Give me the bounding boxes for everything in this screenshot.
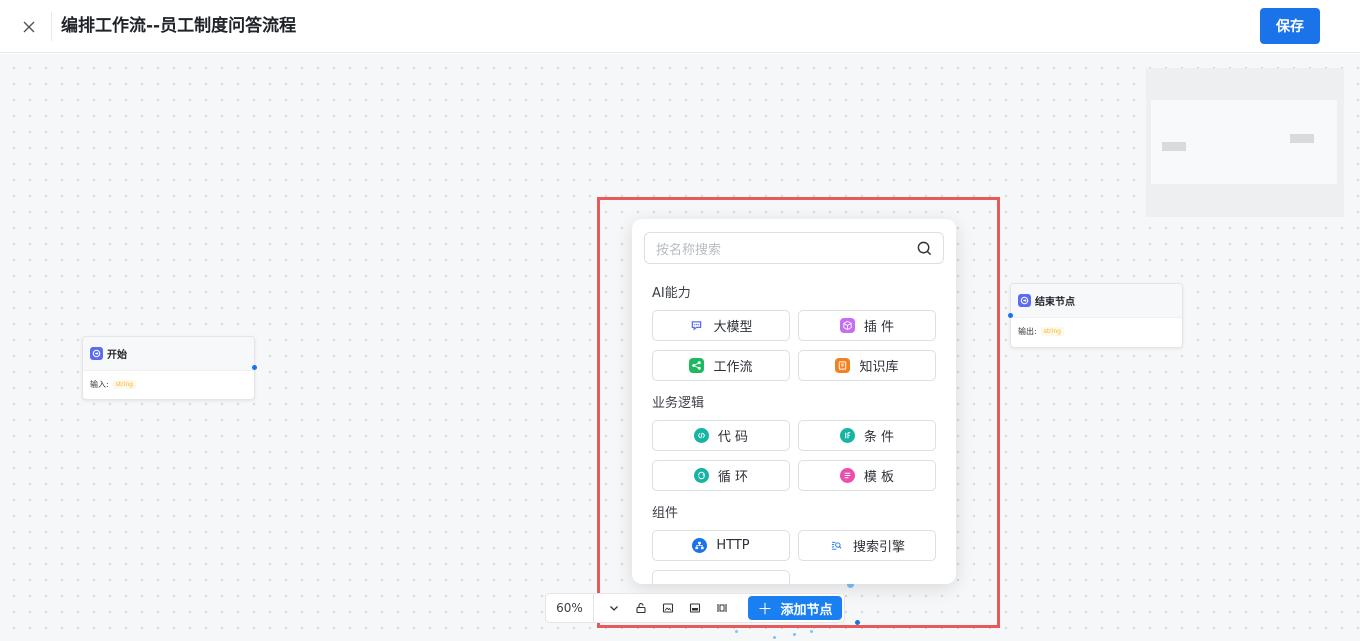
- close-button[interactable]: [18, 16, 40, 38]
- if-icon: [839, 428, 855, 443]
- group-title-ai: AI能力: [652, 286, 691, 301]
- add-node-label: 添加节点: [780, 602, 833, 618]
- add-node-button[interactable]: ＋ 添加节点: [748, 596, 842, 620]
- start-node-body: 输入: string: [83, 371, 254, 398]
- picker-item-workflow[interactable]: 工作流: [652, 350, 790, 381]
- search-placeholder: 按名称搜索: [656, 242, 722, 258]
- picker-item-template[interactable]: 模 板: [798, 460, 936, 491]
- minimap-toggle-button[interactable]: [681, 594, 708, 622]
- picker-item-label: 代 码: [717, 430, 749, 445]
- unlock-icon: [635, 603, 646, 614]
- picker-item-plugin[interactable]: 插 件: [798, 310, 936, 341]
- search-engine-icon: [829, 538, 844, 553]
- loop-icon: [693, 468, 709, 483]
- template-icon: [839, 468, 855, 483]
- end-output-label: 输出:: [1018, 327, 1037, 336]
- lock-button[interactable]: [627, 594, 654, 622]
- export-image-button[interactable]: [654, 594, 681, 622]
- end-node[interactable]: 结束节点 输出: string: [1010, 283, 1183, 348]
- page-title: 编排工作流--员工制度问答流程: [61, 16, 297, 36]
- search-icon[interactable]: [916, 240, 933, 257]
- close-icon: [23, 21, 35, 33]
- picker-item-label: 插 件: [863, 320, 895, 335]
- picker-item-loop[interactable]: 循 环: [652, 460, 790, 491]
- node-picker-panel: 按名称搜索 AI能力 大模型 插 件 工作流 知识库 业务逻辑 代 码 条 件 …: [632, 219, 956, 584]
- picker-item-label: 知识库: [859, 360, 899, 375]
- minimap-node: [1290, 134, 1314, 143]
- zoom-level[interactable]: 60%: [546, 594, 594, 622]
- group-title-logic: 业务逻辑: [652, 396, 705, 411]
- app-header: 编排工作流--员工制度问答流程 保存: [0, 0, 1360, 53]
- cube-icon: [839, 318, 855, 333]
- start-icon: [90, 347, 103, 360]
- start-output-port[interactable]: [252, 365, 257, 370]
- fit-view-icon: [716, 604, 727, 612]
- image-icon: [662, 603, 673, 613]
- chevron-down-icon: [609, 606, 618, 611]
- picker-item-llm[interactable]: 大模型: [652, 310, 790, 341]
- picker-item-label: 条 件: [863, 430, 895, 445]
- end-input-port[interactable]: [1008, 313, 1013, 318]
- picker-item-label: HTTP: [716, 538, 750, 553]
- start-node[interactable]: 开始 输入: string: [82, 336, 255, 400]
- fit-view-button[interactable]: [708, 594, 735, 622]
- end-output-type-tag: string: [1040, 327, 1064, 336]
- minimap-icon: [689, 603, 700, 613]
- zoom-dropdown-button[interactable]: [600, 594, 627, 622]
- decor-dot: [810, 630, 813, 633]
- picker-item-condition[interactable]: 条 件: [798, 420, 936, 451]
- group-title-components: 组件: [652, 506, 679, 521]
- end-node-header: 结束节点: [1011, 284, 1182, 318]
- picker-item-label: 工作流: [713, 360, 753, 375]
- end-icon: [1018, 294, 1031, 307]
- minimap[interactable]: [1146, 68, 1344, 217]
- start-node-header: 开始: [83, 337, 254, 371]
- header-divider: [51, 12, 52, 41]
- end-node-title: 结束节点: [1035, 297, 1075, 308]
- node-search-input[interactable]: 按名称搜索: [644, 232, 944, 264]
- plus-icon: ＋: [757, 599, 773, 618]
- network-icon: [692, 538, 708, 553]
- picker-item-http[interactable]: HTTP: [652, 530, 790, 561]
- book-icon: [835, 358, 851, 373]
- picker-item-search-engine[interactable]: 搜索引擎: [798, 530, 936, 561]
- picker-item-code[interactable]: 代 码: [652, 420, 790, 451]
- flow-icon: [689, 358, 705, 373]
- picker-item-knowledge[interactable]: 知识库: [798, 350, 936, 381]
- picker-item-label: 大模型: [713, 320, 753, 335]
- minimap-node: [1162, 142, 1186, 151]
- picker-item-label: 模 板: [863, 470, 895, 485]
- decor-dot: [793, 633, 796, 636]
- picker-item-label: 循 环: [717, 470, 749, 485]
- start-input-type-tag: string: [112, 380, 136, 389]
- start-node-title: 开始: [107, 350, 127, 361]
- picker-item-label: 搜索引擎: [852, 540, 905, 555]
- decor-dot: [773, 636, 776, 639]
- picker-item-partial[interactable]: [652, 570, 790, 584]
- end-node-body: 输出: string: [1011, 318, 1182, 345]
- start-input-label: 输入:: [90, 380, 109, 389]
- save-button[interactable]: 保存: [1260, 8, 1320, 44]
- chat-bubble-icon: [689, 318, 704, 333]
- code-icon: [693, 428, 709, 443]
- decor-dot: [735, 630, 738, 633]
